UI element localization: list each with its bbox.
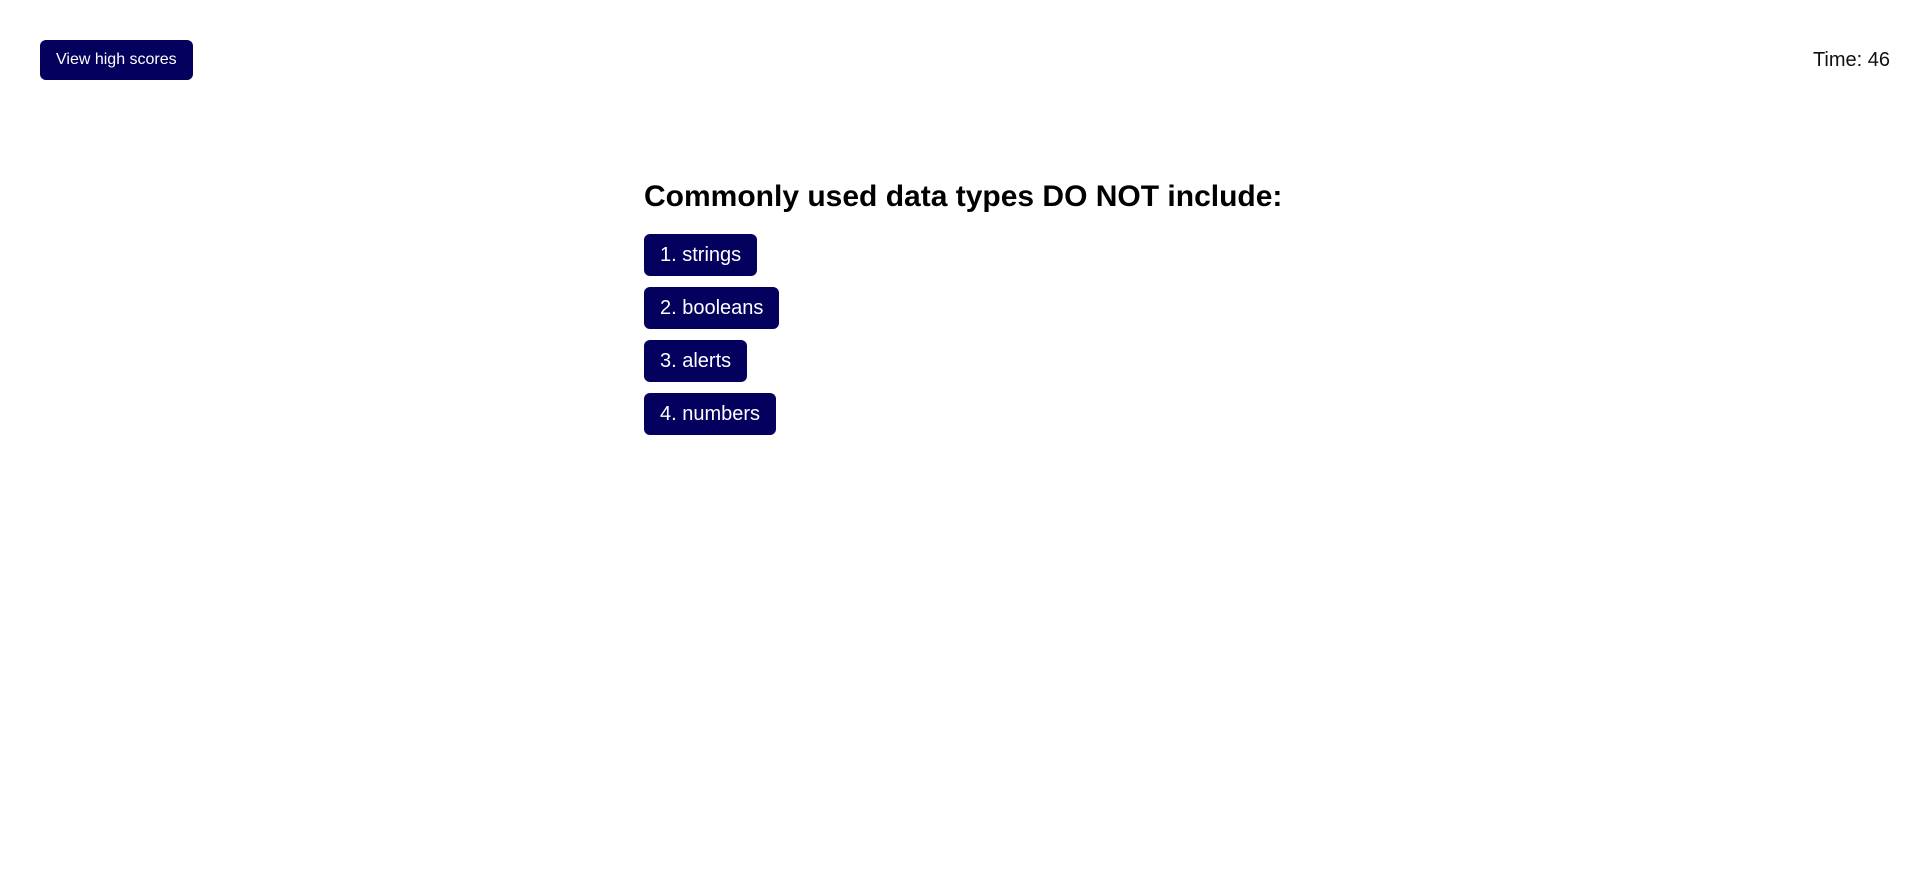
quiz-page: View high scores Time: 46 Commonly used …: [0, 0, 1920, 892]
view-high-scores-button[interactable]: View high scores: [40, 40, 193, 80]
answer-choice-numbers[interactable]: 4. numbers: [644, 393, 777, 435]
answer-choice-alerts[interactable]: 3. alerts: [644, 340, 748, 382]
timer-display: Time: 46: [1812, 49, 1890, 71]
answer-choices: 1. strings 2. booleans 3. alerts 4. numb…: [644, 234, 1444, 435]
question-card: Commonly used data types DO NOT include:…: [644, 178, 1444, 435]
answer-choice-booleans[interactable]: 2. booleans: [644, 287, 780, 329]
question-title: Commonly used data types DO NOT include:: [644, 180, 1283, 213]
answer-choice-strings[interactable]: 1. strings: [644, 234, 758, 276]
